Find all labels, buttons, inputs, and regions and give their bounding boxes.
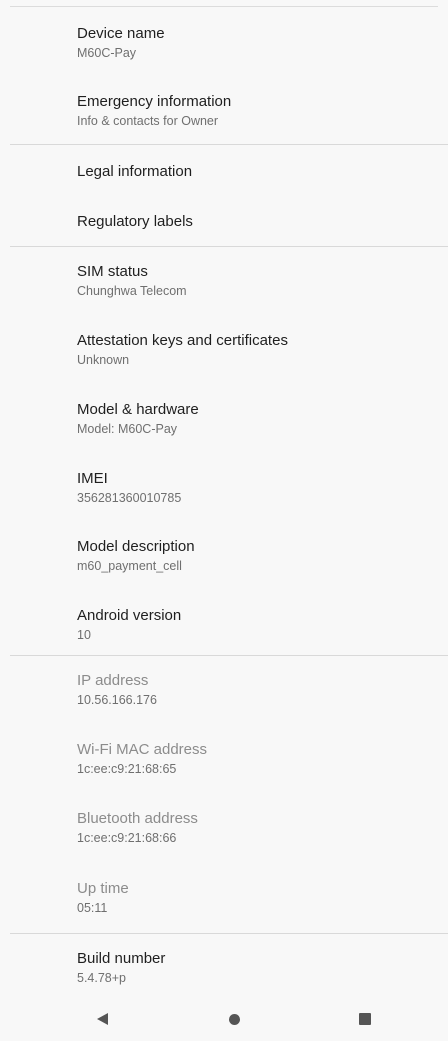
device-name-value: M60C-Pay xyxy=(77,46,137,60)
wifi-mac-value: 1c:ee:c9:21:68:65 xyxy=(77,762,177,776)
android-version-title: Android version xyxy=(77,607,182,624)
sim-status-title: SIM status xyxy=(77,263,148,280)
build-number-value: 5.4.78+p xyxy=(77,971,127,985)
model-description-title: Model description xyxy=(77,538,195,555)
sim-status-value: Chunghwa Telecom xyxy=(77,284,187,298)
imei-value: 356281360010785 xyxy=(77,491,182,505)
back-triangle-icon xyxy=(96,1013,108,1025)
recents-button[interactable] xyxy=(335,997,395,1041)
model-description-item[interactable]: Model description m60_payment_cell xyxy=(0,531,448,589)
navigation-bar xyxy=(0,997,448,1041)
legal-information-title: Legal information xyxy=(77,163,193,180)
ip-address-item: IP address 10.56.166.176 xyxy=(0,665,448,723)
attestation-keys-value: Unknown xyxy=(77,353,130,367)
attestation-keys-title: Attestation keys and certificates xyxy=(77,332,288,349)
up-time-title: Up time xyxy=(77,880,129,897)
bluetooth-address-title: Bluetooth address xyxy=(77,810,198,827)
build-number-title: Build number xyxy=(77,950,166,967)
model-hardware-title: Model & hardware xyxy=(77,401,199,418)
emergency-information-item[interactable]: Emergency information Info & contacts fo… xyxy=(0,86,448,144)
back-button[interactable] xyxy=(72,997,132,1041)
home-circle-icon xyxy=(228,1013,240,1025)
up-time-item: Up time 05:11 xyxy=(0,873,448,931)
model-hardware-item[interactable]: Model & hardware Model: M60C-Pay xyxy=(0,394,448,452)
section-divider xyxy=(10,933,448,934)
wifi-mac-title: Wi-Fi MAC address xyxy=(77,741,208,758)
wifi-mac-item: Wi-Fi MAC address 1c:ee:c9:21:68:65 xyxy=(0,734,448,792)
bluetooth-address-item: Bluetooth address 1c:ee:c9:21:68:66 xyxy=(0,803,448,861)
ip-address-value: 10.56.166.176 xyxy=(77,693,157,707)
home-button[interactable] xyxy=(204,997,264,1041)
recents-square-icon xyxy=(359,1013,371,1025)
emergency-information-value: Info & contacts for Owner xyxy=(77,114,219,128)
section-divider xyxy=(10,655,448,656)
section-divider xyxy=(10,246,448,247)
device-name-title: Device name xyxy=(77,25,165,42)
device-name-item[interactable]: Device name M60C-Pay xyxy=(0,18,448,76)
emergency-information-title: Emergency information xyxy=(77,93,232,110)
model-description-value: m60_payment_cell xyxy=(77,559,182,573)
build-number-item[interactable]: Build number 5.4.78+p xyxy=(0,943,448,1001)
imei-title: IMEI xyxy=(77,470,108,487)
legal-information-item[interactable]: Legal information xyxy=(0,150,448,194)
bluetooth-address-value: 1c:ee:c9:21:68:66 xyxy=(77,831,177,845)
sim-status-item[interactable]: SIM status Chunghwa Telecom xyxy=(0,256,448,314)
regulatory-labels-title: Regulatory labels xyxy=(77,213,193,230)
top-divider xyxy=(10,6,438,7)
regulatory-labels-item[interactable]: Regulatory labels xyxy=(0,200,448,244)
section-divider xyxy=(10,144,448,145)
ip-address-title: IP address xyxy=(77,672,149,689)
android-version-item[interactable]: Android version 10 xyxy=(0,600,448,658)
model-hardware-value: Model: M60C-Pay xyxy=(77,422,178,436)
attestation-keys-item[interactable]: Attestation keys and certificates Unknow… xyxy=(0,325,448,383)
up-time-value: 05:11 xyxy=(77,901,108,915)
android-version-value: 10 xyxy=(77,628,91,642)
imei-item[interactable]: IMEI 356281360010785 xyxy=(0,463,448,521)
